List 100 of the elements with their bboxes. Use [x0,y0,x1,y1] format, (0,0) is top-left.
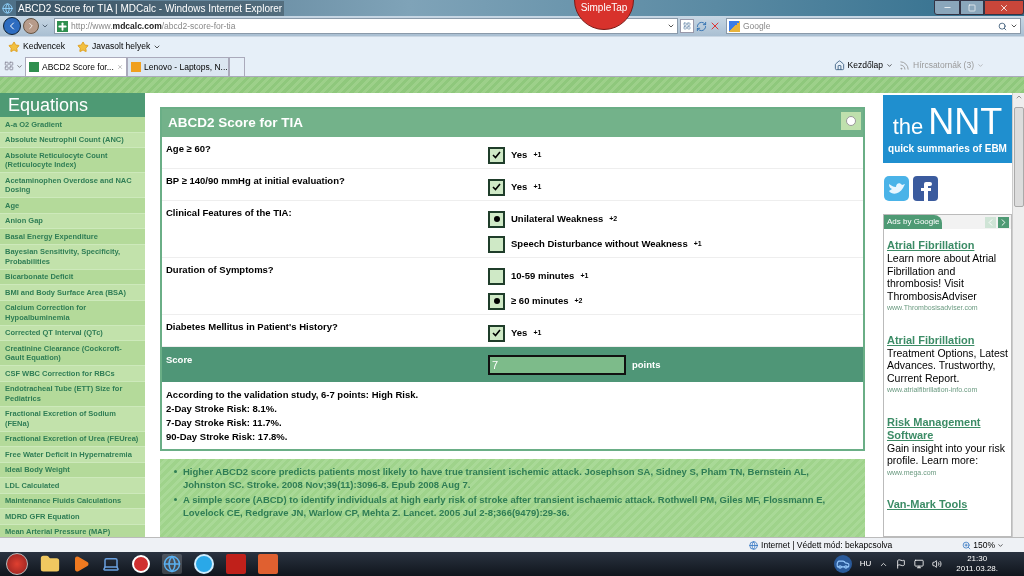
address-field[interactable]: http://www.mdcalc.com/abcd2-score-for-tia [54,18,678,34]
ad-title-link[interactable]: Risk Management Software [887,415,1008,442]
site-icon [57,20,68,32]
bullet-icon [174,470,177,473]
close-icon [999,2,1009,13]
nnt-small-text: the [892,113,924,140]
checkbox[interactable] [488,146,505,164]
grid-icon [683,22,691,30]
option-label: Yes [511,179,528,194]
nnt-subtitle: quick summaries of EBM [888,141,1007,156]
next-ad-icon[interactable] [998,216,1009,228]
checkmark-icon [492,183,501,191]
caret-icon [997,541,1004,549]
result-line: According to the validation study, 6-7 points: High Risk. [166,388,420,401]
stop-icon[interactable] [709,20,721,32]
forward-button[interactable] [23,18,39,34]
tab-list-icon[interactable] [16,63,23,70]
ad-title-link[interactable]: Van-Mark Tools [887,498,1008,511]
ad-title-link[interactable]: Atrial Fibrillation [887,239,1008,252]
radio-button[interactable] [488,267,505,285]
option-label: 10-59 minutes [511,268,575,283]
ad-title-link[interactable]: Atrial Fibrillation [887,333,1008,347]
clock[interactable]: 21:30 2011.03.28. [956,554,998,574]
scrollbar-thumb[interactable] [1014,107,1024,207]
tab-site-icon [131,62,141,72]
option-label: ≥ 60 minutes [511,293,569,308]
option-label: Yes [511,147,528,162]
google-icon [729,20,740,32]
score-label: Score [166,353,194,367]
url-text: http://www.mdcalc.com/abcd2-score-for-tia [71,19,236,33]
language-indicator[interactable]: HU [859,558,872,570]
browser-tab[interactable]: ABCD2 Score for... [25,57,127,76]
ads-header: Ads by Google [884,215,943,229]
nnt-banner[interactable]: the NNT quick summaries of EBM [883,95,1012,163]
result-line: 90-Day Stroke Risk: 17.8%. [166,430,289,443]
chat-app-icon[interactable] [194,554,214,574]
reference-link[interactable]: A simple score (ABCD) to identify individuals at high early risk of stroke after transient ischaemic attack. Rothwell PM, Giles MF, Flossmann E, Lovelock CE, Redgrave JN, Warlow CP, Mehta Z. Lancet. 2005 Jul 2-8;366(9479):29-36. [183,493,851,519]
calculator-title: ABCD2 Score for TIA [168,113,304,132]
checkmark-icon [492,151,501,159]
car-icon[interactable] [833,555,852,573]
bullet-icon [174,498,177,501]
command-button[interactable]: Kezdőlap [833,59,894,72]
scroll-up-icon[interactable] [1014,93,1023,101]
caret-icon [977,62,984,70]
caret-icon [886,62,894,70]
sidebar-title: Equations [0,93,145,117]
question-label: Clinical Features of the TIA: [166,206,293,220]
history-dropdown-icon[interactable] [41,22,49,30]
browser-icon [2,2,13,14]
score-unit: points [632,357,661,372]
network-icon[interactable] [914,559,925,569]
volume-icon[interactable] [932,559,943,569]
app-icon[interactable] [132,555,150,573]
radio-button[interactable] [488,292,505,310]
expand-icon[interactable] [841,112,861,130]
play-icon[interactable] [72,555,90,573]
address-dropdown-icon[interactable] [667,22,675,30]
favorites-item[interactable]: Kedvencek [8,40,66,53]
zoom-button[interactable]: 150% [962,538,1004,552]
reference-link[interactable]: Higher ABCD2 score predicts patients most likely to have true transient ischemic attack. Josephson SA, Sidney S, Pham TN, Bernstein AL, Johnston SC. Stroke. 2008 Nov;39(11):3096-8. Epub 2008 Aug 7. [183,465,851,491]
laptop-icon[interactable] [102,555,120,573]
start-button[interactable] [6,553,28,575]
tab-site-icon [29,62,39,72]
radio-button[interactable] [488,235,505,253]
home-icon [833,60,845,72]
back-button[interactable] [3,17,21,35]
star-icon [8,40,20,53]
search-dropdown-icon[interactable] [1010,22,1018,30]
search-icon[interactable] [998,21,1007,31]
result-line: 2-Day Stroke Risk: 8.1%. [166,402,278,415]
compatibility-button[interactable] [680,19,694,33]
star-icon [77,40,90,53]
checkbox[interactable] [488,178,505,196]
ad-text: Learn more about Atrial Fibrillation and thrombosis! Visit ThrombosisAdviser [887,252,998,302]
search-field[interactable]: Google [726,18,1021,34]
checkmark-icon [492,329,501,337]
search-input[interactable]: Google [743,19,995,33]
question-label: Age ≥ 60? [166,142,212,156]
ad-text: Gain insight into your risk profile. Learn more: [887,441,1006,467]
browser-icon[interactable] [162,554,182,574]
security-zone[interactable]: Internet | Védett mód: bekapcsolva [749,538,893,552]
checkbox[interactable] [488,324,505,342]
radio-button[interactable] [488,210,505,228]
option-label: Yes [511,325,528,340]
option-label: Speech Disturbance without Weakness [511,236,688,251]
browser-tab[interactable]: Lenovo - Laptops, N... [127,57,229,76]
folder-icon[interactable] [40,554,60,574]
maximize-icon [968,3,976,12]
minimize-button[interactable] [934,0,960,15]
scrollbar[interactable] [1012,93,1024,537]
refresh-icon[interactable] [696,20,707,32]
nnt-logo-text: NNT [928,102,1003,141]
facebook-icon[interactable] [913,176,938,201]
feed-icon [899,60,911,72]
ad-text: Treatment Options, Latest Advances. Trustworthy, Current Report. [887,346,1008,384]
maximize-button[interactable] [960,0,984,15]
favorites-item[interactable]: Javasolt helyek [77,40,162,53]
score-field: 7 [488,355,626,375]
question-label: Diabetes Mellitus in Patient's History? [166,320,339,334]
flag-icon[interactable] [896,559,907,569]
